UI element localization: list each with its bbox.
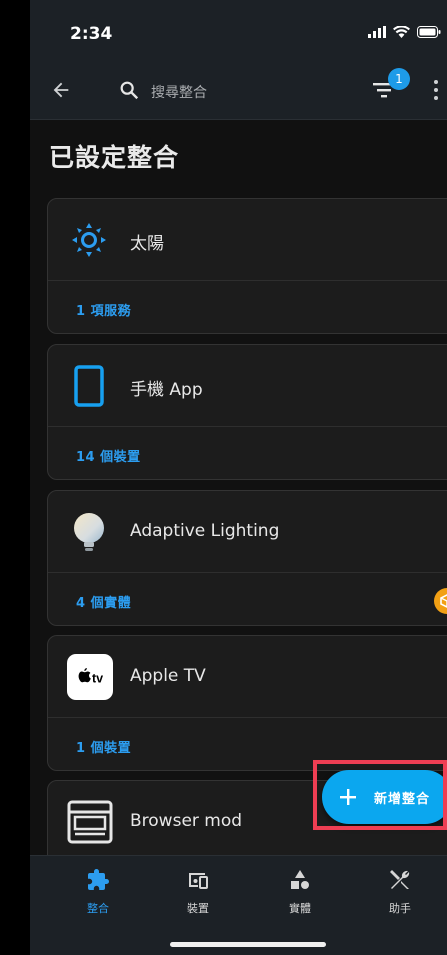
highlight-box bbox=[313, 760, 447, 830]
svg-text:tv: tv bbox=[92, 672, 103, 686]
integration-row[interactable]: Adaptive Lighting bbox=[48, 491, 447, 573]
entities-link[interactable]: 4 個實體 bbox=[76, 592, 131, 611]
puzzle-icon bbox=[88, 869, 109, 890]
battery-icon bbox=[417, 26, 441, 38]
nav-label: 助手 bbox=[389, 902, 411, 915]
nav-entities[interactable]: 實體 bbox=[260, 868, 340, 916]
nav-label: 裝置 bbox=[187, 902, 209, 915]
integration-card-apple-tv: tv Apple TV 1 個裝置 bbox=[47, 635, 447, 771]
custom-integration-icon bbox=[434, 588, 447, 614]
apple-tv-icon: tv bbox=[67, 654, 113, 700]
phone-icon bbox=[68, 365, 110, 407]
sun-icon bbox=[68, 219, 110, 261]
status-bar: 2:34 bbox=[30, 0, 447, 62]
integration-name: Apple TV bbox=[130, 666, 206, 686]
chevron-right-icon bbox=[442, 377, 447, 397]
integration-name: 太陽 bbox=[130, 234, 164, 254]
tools-icon bbox=[390, 870, 410, 889]
devices-link[interactable]: 1 個裝置 bbox=[76, 737, 131, 756]
integration-row[interactable]: 手機 App bbox=[48, 345, 447, 427]
nav-integrations[interactable]: 整合 bbox=[58, 868, 138, 916]
status-time: 2:34 bbox=[70, 24, 113, 44]
devices-icon bbox=[189, 873, 208, 889]
wifi-icon bbox=[393, 26, 410, 38]
devices-link[interactable]: 14 個裝置 bbox=[76, 446, 141, 465]
chevron-right-icon bbox=[442, 231, 447, 251]
search-input[interactable]: 搜尋整合 bbox=[151, 82, 207, 102]
signal-icon bbox=[368, 26, 386, 38]
browser-icon bbox=[66, 799, 114, 845]
shapes-icon bbox=[291, 870, 309, 889]
more-options-icon[interactable] bbox=[434, 80, 440, 104]
integration-card-mobile-app: 手機 App 14 個裝置 bbox=[47, 344, 447, 480]
integration-name: Adaptive Lighting bbox=[130, 521, 280, 541]
integration-name: Browser mod bbox=[130, 811, 243, 831]
integration-row[interactable]: 太陽 bbox=[48, 199, 447, 281]
integration-card-adaptive-lighting: Adaptive Lighting 4 個實體 bbox=[47, 490, 447, 626]
filter-count-badge: 1 bbox=[388, 68, 410, 90]
nav-devices[interactable]: 裝置 bbox=[158, 868, 238, 916]
search-icon[interactable] bbox=[118, 79, 140, 101]
phone-screen: 2:34 搜尋整合 1 已設定整合 太陽 1 項服務 手機 App 14 個裝置… bbox=[30, 0, 447, 955]
bottom-navigation: 整合 裝置 實體 助手 bbox=[30, 855, 447, 955]
integration-card-sun: 太陽 1 項服務 bbox=[47, 198, 447, 334]
nav-label: 整合 bbox=[87, 902, 109, 915]
nav-label: 實體 bbox=[289, 902, 311, 915]
services-link[interactable]: 1 項服務 bbox=[76, 300, 131, 319]
nav-helpers[interactable]: 助手 bbox=[360, 868, 440, 916]
integration-row[interactable]: tv Apple TV bbox=[48, 636, 447, 718]
chevron-right-icon bbox=[442, 523, 447, 543]
chevron-right-icon bbox=[442, 668, 447, 688]
status-icons bbox=[368, 26, 441, 38]
app-toolbar: 搜尋整合 1 bbox=[30, 62, 447, 120]
integration-name: 手機 App bbox=[130, 380, 203, 400]
bulb-icon bbox=[68, 511, 110, 553]
home-indicator[interactable] bbox=[170, 942, 326, 947]
page-title: 已設定整合 bbox=[49, 143, 180, 172]
back-arrow-icon[interactable] bbox=[50, 79, 72, 101]
